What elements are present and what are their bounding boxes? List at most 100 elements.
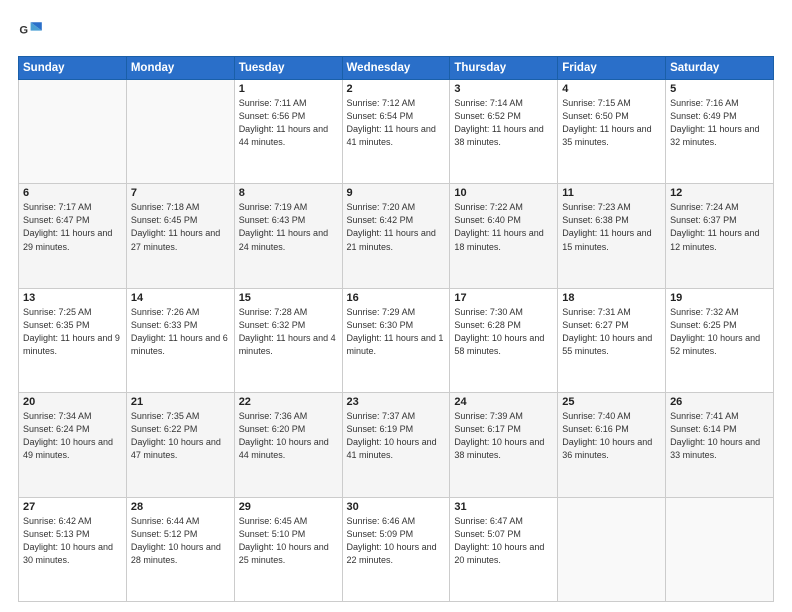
calendar-day-cell: 29Sunrise: 6:45 AM Sunset: 5:10 PM Dayli… xyxy=(234,497,342,601)
day-info: Sunrise: 7:26 AM Sunset: 6:33 PM Dayligh… xyxy=(131,306,230,358)
calendar-day-cell: 16 Sunrise: 7:29 AM Sunset: 6:30 PM Dayli… xyxy=(342,288,450,392)
weekday-header: Wednesday xyxy=(342,57,450,80)
day-number: 30 xyxy=(347,501,446,513)
day-number: 13 xyxy=(23,292,122,304)
svg-text:G: G xyxy=(19,24,28,36)
day-number: 23 xyxy=(347,396,446,408)
calendar-day-cell: 12 Sunrise: 7:24 AM Sunset: 6:37 PM Dayli… xyxy=(666,184,774,288)
logo: G xyxy=(18,18,50,46)
calendar-day-cell: 28 Sunrise: 6:44 AM Sunset: 5:12 PM Dayli… xyxy=(126,497,234,601)
day-info: Sunrise: 7:16 AM Sunset: 6:49 PM Dayligh… xyxy=(670,97,769,149)
calendar-day-cell: 13 Sunrise: 7:25 AM Sunset: 6:35 PM Dayli… xyxy=(19,288,127,392)
day-info: Sunrise: 7:37 AM Sunset: 6:19 PM Dayligh… xyxy=(347,410,446,462)
weekday-header: Friday xyxy=(558,57,666,80)
day-number: 28 xyxy=(131,501,230,513)
calendar-day-cell: 4 Sunrise: 7:15 AM Sunset: 6:50 PM Daylig… xyxy=(558,80,666,184)
day-info: Sunrise: 7:31 AM Sunset: 6:27 PM Dayligh… xyxy=(562,306,661,358)
day-number: 19 xyxy=(670,292,769,304)
calendar-day-cell: 19 Sunrise: 7:32 AM Sunset: 6:25 PM Dayli… xyxy=(666,288,774,392)
calendar-day-cell: 9 Sunrise: 7:20 AM Sunset: 6:42 PM Daylig… xyxy=(342,184,450,288)
calendar-day-cell: 3 Sunrise: 7:14 AM Sunset: 6:52 PM Daylig… xyxy=(450,80,558,184)
calendar-day-cell: 7 Sunrise: 7:18 AM Sunset: 6:45 PM Daylig… xyxy=(126,184,234,288)
day-number: 14 xyxy=(131,292,230,304)
calendar-day-cell: 6 Sunrise: 7:17 AM Sunset: 6:47 PM Daylig… xyxy=(19,184,127,288)
calendar-header-row: SundayMondayTuesdayWednesdayThursdayFrid… xyxy=(19,57,774,80)
calendar-empty-cell xyxy=(19,80,127,184)
calendar-week-row: 1Sunrise: 7:11 AM Sunset: 6:56 PM Daylig… xyxy=(19,80,774,184)
calendar-day-cell: 21 Sunrise: 7:35 AM Sunset: 6:22 PM Dayli… xyxy=(126,393,234,497)
calendar-empty-cell xyxy=(558,497,666,601)
day-info: Sunrise: 6:44 AM Sunset: 5:12 PM Dayligh… xyxy=(131,515,230,567)
day-number: 17 xyxy=(454,292,553,304)
generalblue-logo-icon: G xyxy=(18,18,46,46)
calendar-day-cell: 24Sunrise: 7:39 AM Sunset: 6:17 PM Dayli… xyxy=(450,393,558,497)
day-info: Sunrise: 7:40 AM Sunset: 6:16 PM Dayligh… xyxy=(562,410,661,462)
calendar-day-cell: 5 Sunrise: 7:16 AM Sunset: 6:49 PM Daylig… xyxy=(666,80,774,184)
calendar-empty-cell xyxy=(126,80,234,184)
day-number: 18 xyxy=(562,292,661,304)
day-info: Sunrise: 7:23 AM Sunset: 6:38 PM Dayligh… xyxy=(562,201,661,253)
day-info: Sunrise: 7:28 AM Sunset: 6:32 PM Dayligh… xyxy=(239,306,338,358)
day-info: Sunrise: 6:47 AM Sunset: 5:07 PM Dayligh… xyxy=(454,515,553,567)
calendar-day-cell: 26Sunrise: 7:41 AM Sunset: 6:14 PM Dayli… xyxy=(666,393,774,497)
day-info: Sunrise: 7:17 AM Sunset: 6:47 PM Dayligh… xyxy=(23,201,122,253)
weekday-header: Saturday xyxy=(666,57,774,80)
calendar-empty-cell xyxy=(666,497,774,601)
day-info: Sunrise: 7:24 AM Sunset: 6:37 PM Dayligh… xyxy=(670,201,769,253)
day-number: 9 xyxy=(347,187,446,199)
day-number: 21 xyxy=(131,396,230,408)
day-number: 7 xyxy=(131,187,230,199)
calendar-day-cell: 15 Sunrise: 7:28 AM Sunset: 6:32 PM Dayli… xyxy=(234,288,342,392)
calendar-day-cell: 18 Sunrise: 7:31 AM Sunset: 6:27 PM Dayli… xyxy=(558,288,666,392)
day-number: 25 xyxy=(562,396,661,408)
day-info: Sunrise: 7:11 AM Sunset: 6:56 PM Dayligh… xyxy=(239,97,338,149)
day-number: 27 xyxy=(23,501,122,513)
calendar-day-cell: 11 Sunrise: 7:23 AM Sunset: 6:38 PM Dayli… xyxy=(558,184,666,288)
weekday-header: Thursday xyxy=(450,57,558,80)
calendar-day-cell: 23 Sunrise: 7:37 AM Sunset: 6:19 PM Dayli… xyxy=(342,393,450,497)
calendar-week-row: 13 Sunrise: 7:25 AM Sunset: 6:35 PM Dayli… xyxy=(19,288,774,392)
calendar-week-row: 27 Sunrise: 6:42 AM Sunset: 5:13 PM Dayli… xyxy=(19,497,774,601)
calendar-week-row: 20 Sunrise: 7:34 AM Sunset: 6:24 PM Dayli… xyxy=(19,393,774,497)
day-number: 20 xyxy=(23,396,122,408)
day-info: Sunrise: 6:45 AM Sunset: 5:10 PM Dayligh… xyxy=(239,515,338,567)
day-info: Sunrise: 7:20 AM Sunset: 6:42 PM Dayligh… xyxy=(347,201,446,253)
day-info: Sunrise: 7:34 AM Sunset: 6:24 PM Dayligh… xyxy=(23,410,122,462)
day-number: 3 xyxy=(454,83,553,95)
day-number: 15 xyxy=(239,292,338,304)
day-info: Sunrise: 6:42 AM Sunset: 5:13 PM Dayligh… xyxy=(23,515,122,567)
day-info: Sunrise: 7:35 AM Sunset: 6:22 PM Dayligh… xyxy=(131,410,230,462)
day-info: Sunrise: 7:36 AM Sunset: 6:20 PM Dayligh… xyxy=(239,410,338,462)
day-info: Sunrise: 6:46 AM Sunset: 5:09 PM Dayligh… xyxy=(347,515,446,567)
day-info: Sunrise: 7:12 AM Sunset: 6:54 PM Dayligh… xyxy=(347,97,446,149)
day-number: 31 xyxy=(454,501,553,513)
day-number: 11 xyxy=(562,187,661,199)
calendar-day-cell: 25 Sunrise: 7:40 AM Sunset: 6:16 PM Dayli… xyxy=(558,393,666,497)
day-info: Sunrise: 7:19 AM Sunset: 6:43 PM Dayligh… xyxy=(239,201,338,253)
calendar-day-cell: 10Sunrise: 7:22 AM Sunset: 6:40 PM Dayli… xyxy=(450,184,558,288)
calendar-day-cell: 31 Sunrise: 6:47 AM Sunset: 5:07 PM Dayli… xyxy=(450,497,558,601)
day-number: 24 xyxy=(454,396,553,408)
day-number: 8 xyxy=(239,187,338,199)
day-number: 6 xyxy=(23,187,122,199)
calendar-day-cell: 8 Sunrise: 7:19 AM Sunset: 6:43 PM Daylig… xyxy=(234,184,342,288)
calendar-day-cell: 22 Sunrise: 7:36 AM Sunset: 6:20 PM Dayli… xyxy=(234,393,342,497)
day-number: 12 xyxy=(670,187,769,199)
calendar-day-cell: 20 Sunrise: 7:34 AM Sunset: 6:24 PM Dayli… xyxy=(19,393,127,497)
day-info: Sunrise: 7:29 AM Sunset: 6:30 PM Dayligh… xyxy=(347,306,446,358)
day-info: Sunrise: 7:25 AM Sunset: 6:35 PM Dayligh… xyxy=(23,306,122,358)
calendar-day-cell: 30 Sunrise: 6:46 AM Sunset: 5:09 PM Dayli… xyxy=(342,497,450,601)
calendar-day-cell: 14 Sunrise: 7:26 AM Sunset: 6:33 PM Dayli… xyxy=(126,288,234,392)
calendar-day-cell: 17Sunrise: 7:30 AM Sunset: 6:28 PM Dayli… xyxy=(450,288,558,392)
day-number: 22 xyxy=(239,396,338,408)
day-info: Sunrise: 7:22 AM Sunset: 6:40 PM Dayligh… xyxy=(454,201,553,253)
day-number: 16 xyxy=(347,292,446,304)
calendar-day-cell: 27 Sunrise: 6:42 AM Sunset: 5:13 PM Dayli… xyxy=(19,497,127,601)
day-number: 4 xyxy=(562,83,661,95)
day-number: 5 xyxy=(670,83,769,95)
day-info: Sunrise: 7:18 AM Sunset: 6:45 PM Dayligh… xyxy=(131,201,230,253)
day-info: Sunrise: 7:32 AM Sunset: 6:25 PM Dayligh… xyxy=(670,306,769,358)
day-info: Sunrise: 7:15 AM Sunset: 6:50 PM Dayligh… xyxy=(562,97,661,149)
day-number: 26 xyxy=(670,396,769,408)
day-info: Sunrise: 7:14 AM Sunset: 6:52 PM Dayligh… xyxy=(454,97,553,149)
